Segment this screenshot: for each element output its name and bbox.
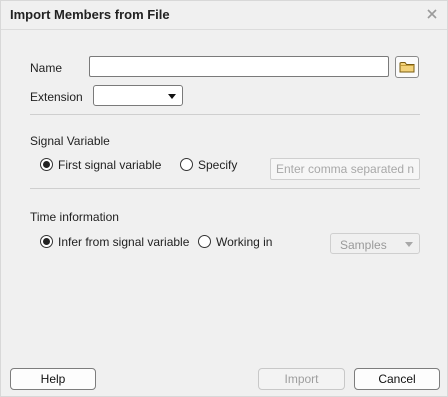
- time-units-dropdown[interactable]: Samples: [330, 233, 420, 254]
- extension-dropdown[interactable]: [93, 85, 183, 106]
- dialog-title: Import Members from File: [10, 7, 170, 22]
- time-units-value: Samples: [340, 238, 387, 252]
- divider-middle: [30, 188, 420, 189]
- first-signal-variable-radio[interactable]: [40, 158, 53, 171]
- signal-variable-heading: Signal Variable: [30, 134, 110, 148]
- specify-label[interactable]: Specify: [198, 158, 237, 172]
- import-members-dialog: Import Members from File Name Extension …: [0, 0, 448, 397]
- specify-radio[interactable]: [180, 158, 193, 171]
- infer-from-signal-variable-label[interactable]: Infer from signal variable: [58, 235, 189, 249]
- working-in-radio[interactable]: [198, 235, 211, 248]
- folder-icon: [399, 62, 415, 73]
- name-label: Name: [30, 61, 63, 75]
- import-button[interactable]: Import: [258, 368, 345, 390]
- help-button[interactable]: Help: [10, 368, 96, 390]
- first-signal-variable-label[interactable]: First signal variable: [58, 158, 161, 172]
- name-input[interactable]: [89, 56, 389, 77]
- cancel-button[interactable]: Cancel: [354, 368, 440, 390]
- divider-top: [30, 114, 420, 115]
- infer-from-signal-variable-radio[interactable]: [40, 235, 53, 248]
- chevron-down-icon: [168, 94, 176, 99]
- title-bar: Import Members from File: [1, 1, 447, 30]
- working-in-label[interactable]: Working in: [216, 235, 272, 249]
- browse-button[interactable]: [395, 56, 419, 78]
- time-information-heading: Time information: [30, 210, 119, 224]
- chevron-down-icon: [405, 242, 413, 247]
- specify-variables-input[interactable]: [270, 158, 420, 180]
- extension-label: Extension: [30, 90, 83, 104]
- close-icon[interactable]: [425, 7, 439, 21]
